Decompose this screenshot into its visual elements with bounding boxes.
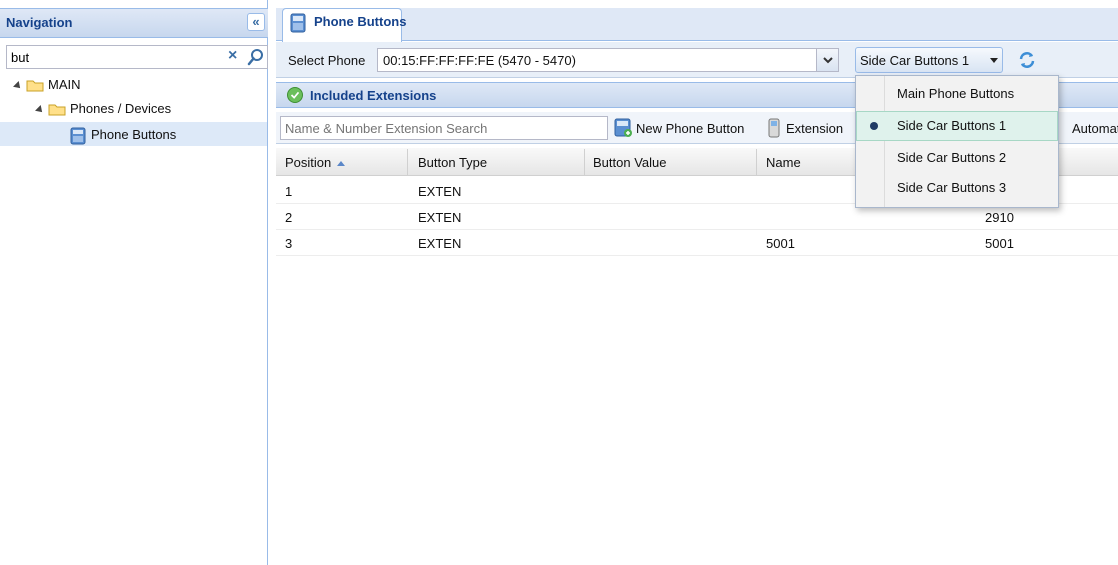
- tab-label: Phone Buttons: [314, 14, 407, 29]
- menu-item-label: Side Car Buttons 2: [897, 150, 1007, 165]
- new-phone-button-icon[interactable]: [614, 118, 632, 138]
- column-divider[interactable]: [584, 149, 585, 176]
- tree-node-phone-buttons[interactable]: Phone Buttons: [70, 124, 176, 146]
- cell-name: 5001: [766, 236, 795, 251]
- column-header-position[interactable]: Position: [285, 155, 346, 170]
- automation-button[interactable]: Automati: [1072, 121, 1118, 136]
- expand-triangle-icon[interactable]: [35, 104, 45, 115]
- clear-icon[interactable]: ×: [228, 47, 237, 65]
- extension-icon[interactable]: [768, 118, 780, 138]
- tree-node-label: Phone Buttons: [91, 127, 177, 142]
- navigation-title: Navigation: [6, 15, 73, 30]
- extension-button[interactable]: Extension: [786, 121, 843, 136]
- column-header-button-type[interactable]: Button Type: [418, 155, 487, 170]
- menu-item-label: Side Car Buttons 3: [897, 180, 1007, 195]
- select-phone-label: Select Phone: [288, 53, 366, 68]
- tree-node-phones-devices[interactable]: Phones / Devices: [35, 98, 172, 120]
- phone-buttons-icon: [70, 127, 86, 145]
- expand-triangle-icon[interactable]: [13, 80, 23, 91]
- tree-node-label: MAIN: [48, 77, 81, 92]
- select-phone-value: 00:15:FF:FF:FF:FE (5470 - 5470): [383, 53, 576, 68]
- column-header-name[interactable]: Name: [766, 155, 801, 170]
- cell-position: 2: [285, 210, 293, 225]
- phone-buttons-icon: [290, 13, 306, 33]
- chevron-down-icon: [823, 57, 833, 64]
- column-divider[interactable]: [407, 149, 408, 176]
- navigation-search-box: ×: [6, 45, 268, 69]
- select-phone-dropdown-button[interactable]: [816, 49, 838, 71]
- column-header-button-value[interactable]: Button Value: [593, 155, 666, 170]
- radio-selected-icon: [870, 122, 878, 130]
- tree-node-main[interactable]: MAIN: [13, 74, 81, 96]
- navigation-search-input[interactable]: [7, 46, 212, 68]
- cell-extension: 5001: [985, 236, 1014, 251]
- cell-position: 1: [285, 184, 293, 199]
- cell-extension: 2910: [985, 210, 1014, 225]
- new-phone-button[interactable]: New Phone Button: [636, 121, 744, 136]
- tree-node-label: Phones / Devices: [70, 101, 172, 116]
- folder-icon: [48, 104, 66, 116]
- search-icon[interactable]: [247, 48, 265, 66]
- button-set-value: Side Car Buttons 1: [860, 53, 970, 68]
- menu-item-label: Main Phone Buttons: [897, 86, 1015, 101]
- check-circle-icon: [287, 87, 303, 103]
- cell-button-type: EXTEN: [418, 210, 462, 225]
- cell-button-type: EXTEN: [418, 184, 462, 199]
- included-extensions-title: Included Extensions: [310, 88, 437, 103]
- folder-icon: [26, 80, 44, 92]
- cell-button-type: EXTEN: [418, 236, 462, 251]
- collapse-panel-button[interactable]: «: [247, 13, 265, 31]
- column-divider[interactable]: [756, 149, 757, 176]
- caret-down-icon[interactable]: [990, 58, 998, 63]
- menu-item-label: Side Car Buttons 1: [897, 118, 1007, 133]
- extension-search-input[interactable]: [280, 116, 608, 140]
- sort-ascending-icon: [337, 161, 346, 167]
- cell-position: 3: [285, 236, 293, 251]
- refresh-icon[interactable]: [1016, 49, 1038, 71]
